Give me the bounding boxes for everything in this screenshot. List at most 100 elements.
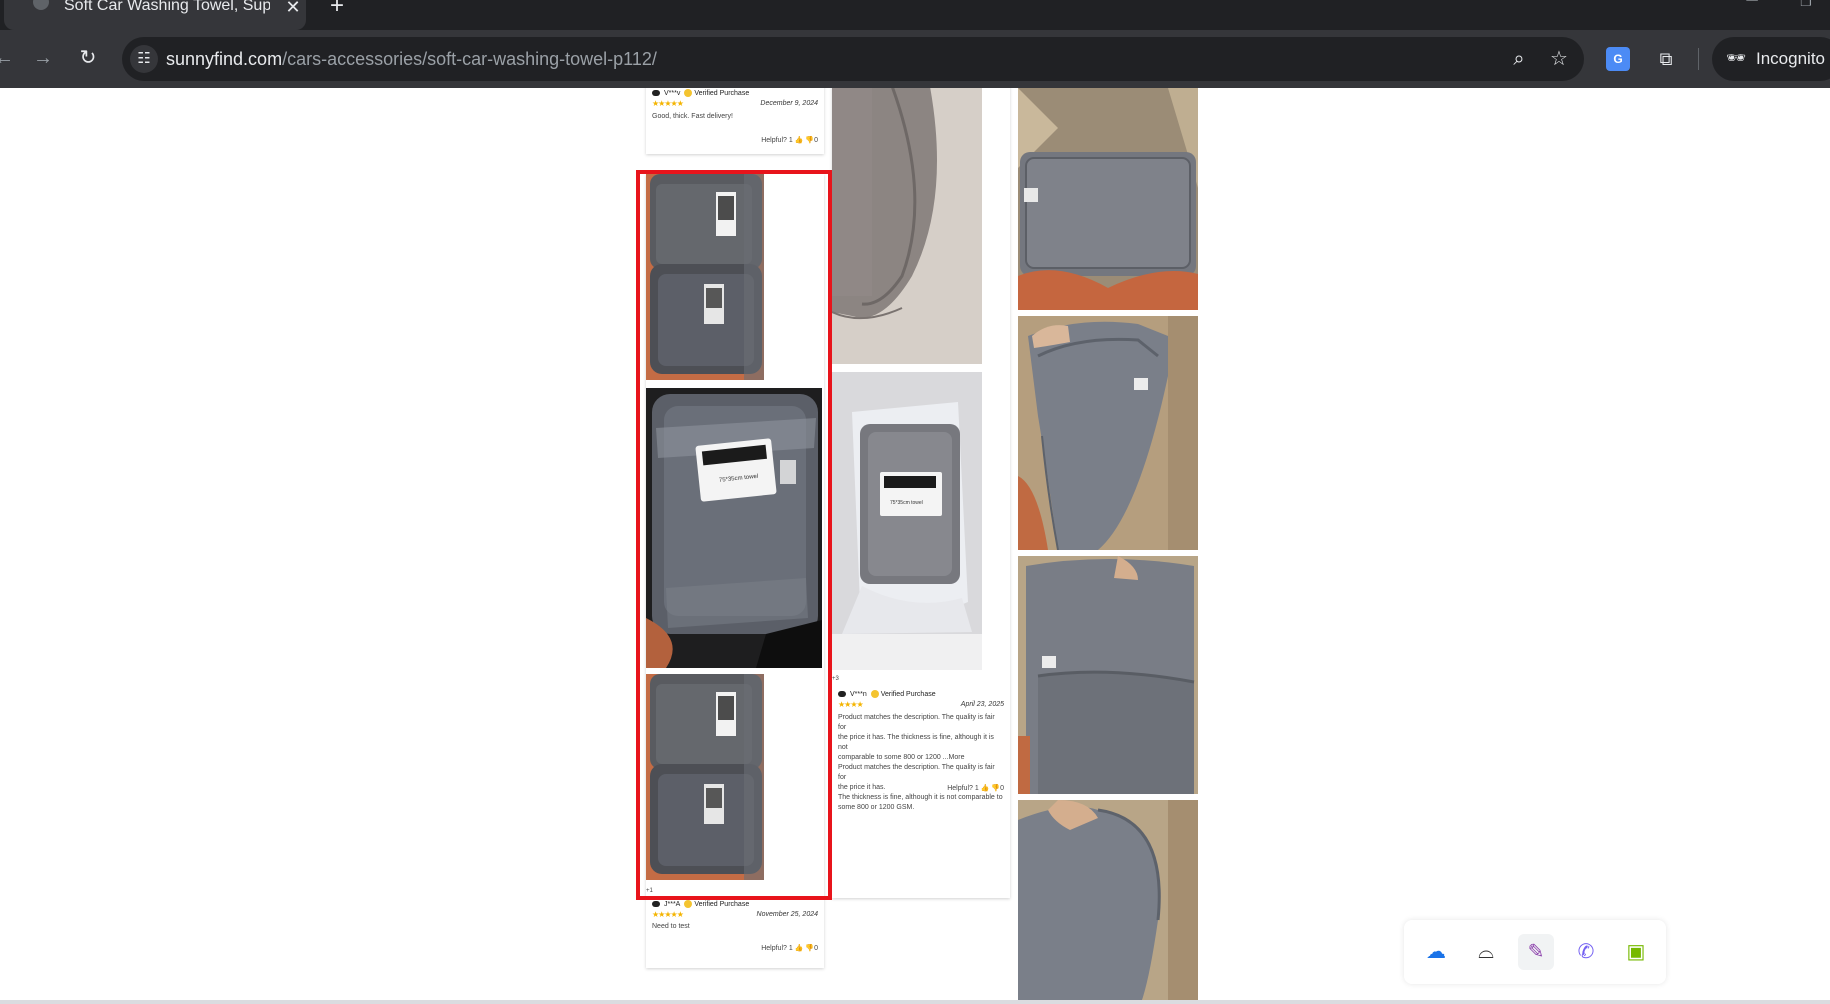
thumbs-down-icon[interactable]: 👎 bbox=[805, 945, 814, 952]
window-bottom-border bbox=[0, 1000, 1830, 1004]
verified-label: Verified Purchase bbox=[694, 89, 750, 97]
review-date: November 25, 2024 bbox=[756, 911, 818, 918]
reviewer-line: V***v Verified Purchase bbox=[652, 89, 749, 99]
review-text-more[interactable]: comparable to some 800 or 1200 ...More bbox=[838, 753, 1004, 763]
star-rating: ★★★★★ bbox=[652, 99, 684, 108]
helpful-no: 0 bbox=[1000, 785, 1004, 792]
helpful-line: Helpful? 1 👍 👎0 bbox=[706, 136, 818, 146]
review-text: Good, thick. Fast delivery! bbox=[652, 113, 733, 120]
towel-package-image bbox=[646, 674, 764, 880]
thumbs-down-icon[interactable]: 👎 bbox=[991, 785, 1000, 792]
towel-held-image bbox=[1018, 800, 1198, 1001]
feather-icon[interactable]: ✎ bbox=[1518, 934, 1554, 970]
chat-icon bbox=[652, 901, 660, 907]
reviewer-line: J***A Verified Purchase bbox=[652, 900, 749, 910]
incognito-label: Incognito bbox=[1756, 49, 1825, 68]
reload-icon[interactable]: ↻ bbox=[74, 44, 102, 72]
thumbs-up-icon[interactable]: 👍 bbox=[795, 945, 804, 952]
verified-label: Verified Purchase bbox=[694, 900, 750, 908]
reviewer-name: V***n bbox=[850, 690, 867, 698]
review-photo[interactable] bbox=[1018, 88, 1198, 310]
helpful-yes[interactable]: Helpful? 1 bbox=[947, 785, 979, 792]
globe-icon bbox=[33, 0, 49, 10]
towel-held-image bbox=[1018, 88, 1198, 310]
maximize-icon[interactable]: ❐ bbox=[1796, 0, 1816, 9]
verified-icon bbox=[684, 900, 693, 908]
review-text-line: The thickness is fine, although it is no… bbox=[838, 794, 1003, 801]
minimize-icon[interactable]: ─ bbox=[1742, 0, 1762, 9]
review-text-line: the price it has. The thickness is fine,… bbox=[838, 734, 994, 751]
star-rating: ★★★★★ bbox=[652, 910, 684, 919]
star-rating: ★★★★ bbox=[838, 700, 864, 709]
tune-icon[interactable]: ☷ bbox=[130, 45, 158, 73]
extension-tray: ☁ ⌓ ✎ ✆ ▣ bbox=[1404, 920, 1666, 984]
arrow-right-icon[interactable]: → bbox=[29, 44, 57, 72]
review-photo[interactable]: 75*35cm towel bbox=[832, 372, 982, 670]
helpful-line: Helpful? 1 👍 👎0 bbox=[706, 944, 818, 954]
towel-closeup-image bbox=[832, 88, 982, 364]
helpful-no: 0 bbox=[814, 137, 818, 144]
zoom-icon[interactable]: ⌕ bbox=[1507, 47, 1531, 71]
thumbs-down-icon[interactable]: 👎 bbox=[805, 137, 814, 144]
review-text-line: Product matches the description. The qua… bbox=[838, 714, 995, 731]
incognito-icon: 🕶 bbox=[1726, 50, 1747, 67]
review-date: December 9, 2024 bbox=[760, 100, 818, 107]
review-photo[interactable]: 75*35cm towel bbox=[646, 388, 822, 668]
translate-icon[interactable]: G bbox=[1606, 47, 1630, 71]
puzzle-icon[interactable]: ⧉ bbox=[1652, 45, 1680, 73]
review-photo[interactable] bbox=[1018, 316, 1198, 550]
address-bar[interactable]: ☷ sunnyfind.com/cars-accessories/soft-ca… bbox=[122, 37, 1584, 81]
review-text-line: some 800 or 1200 GSM. bbox=[838, 804, 915, 811]
review-card-3: 75*35cm towel +3 V***n Verified Purchase … bbox=[832, 88, 1010, 898]
close-icon[interactable]: ✕ bbox=[284, 0, 302, 16]
reviewer-name: V***v bbox=[664, 89, 681, 97]
towel-package-image bbox=[646, 174, 764, 380]
review-card-2: 75*35cm towel +1 J***A Verified Purchase… bbox=[646, 174, 824, 968]
towel-package-image: 75*35cm towel bbox=[832, 372, 982, 670]
review-text-line: Product matches the description. The qua… bbox=[838, 764, 995, 781]
review-photo[interactable] bbox=[646, 674, 764, 880]
verified-label: Verified Purchase bbox=[880, 690, 936, 698]
page-content: V***v Verified Purchase ★★★★★ December 9,… bbox=[0, 88, 1830, 1001]
nvidia-icon[interactable]: ▣ bbox=[1618, 934, 1654, 970]
more-photos-count[interactable]: +1 bbox=[646, 888, 653, 896]
review-photo[interactable] bbox=[1018, 800, 1198, 1001]
review-photo[interactable] bbox=[646, 174, 764, 380]
helpful-no: 0 bbox=[814, 945, 818, 952]
towel-held-image bbox=[1018, 316, 1198, 550]
towel-held-image bbox=[1018, 556, 1198, 794]
chat-icon bbox=[652, 90, 660, 96]
star-icon[interactable]: ☆ bbox=[1547, 47, 1571, 71]
viber-icon[interactable]: ✆ bbox=[1568, 934, 1604, 970]
url-path: /cars-accessories/soft-car-washing-towel… bbox=[282, 49, 657, 69]
tab-title: Soft Car Washing Towel, Super Absorbent bbox=[64, 0, 270, 14]
review-photo[interactable] bbox=[832, 88, 982, 364]
cloud-icon[interactable]: ☁ bbox=[1418, 934, 1454, 970]
helpful-yes[interactable]: Helpful? 1 bbox=[761, 945, 793, 952]
new-tab-button[interactable]: + bbox=[326, 0, 348, 18]
reviewer-line: V***n Verified Purchase bbox=[838, 690, 936, 700]
verified-icon bbox=[870, 690, 879, 698]
tab-active[interactable]: Soft Car Washing Towel, Super Absorbent … bbox=[4, 0, 306, 30]
towel-package-image: 75*35cm towel bbox=[646, 388, 822, 668]
review-date: April 23, 2025 bbox=[960, 701, 1004, 708]
arch-icon[interactable]: ⌓ bbox=[1468, 934, 1504, 970]
helpful-line: Helpful? 1 👍 👎0 bbox=[892, 784, 1004, 794]
thumbs-up-icon[interactable]: 👍 bbox=[795, 137, 804, 144]
review-photo[interactable] bbox=[1018, 556, 1198, 794]
helpful-yes[interactable]: Helpful? 1 bbox=[761, 137, 793, 144]
review-text: Product matches the description. The qua… bbox=[838, 713, 1004, 813]
arrow-left-icon[interactable]: ← bbox=[0, 44, 18, 72]
thumbs-up-icon[interactable]: 👍 bbox=[981, 785, 990, 792]
package-label: 75*35cm towel bbox=[890, 500, 923, 506]
tab-strip: Soft Car Washing Towel, Super Absorbent … bbox=[0, 0, 1830, 30]
incognito-badge[interactable]: 🕶 Incognito bbox=[1712, 37, 1830, 81]
toolbar-divider bbox=[1698, 48, 1699, 70]
url-host: sunnyfind.com bbox=[166, 49, 283, 69]
url-text[interactable]: sunnyfind.com/cars-accessories/soft-car-… bbox=[166, 49, 657, 71]
browser-toolbar: ← → ↻ ☷ sunnyfind.com/cars-accessories/s… bbox=[0, 30, 1830, 88]
more-photos-count[interactable]: +3 bbox=[832, 676, 839, 684]
reviewer-name: J***A bbox=[664, 900, 681, 908]
verified-icon bbox=[684, 89, 693, 97]
chat-icon bbox=[838, 691, 846, 697]
